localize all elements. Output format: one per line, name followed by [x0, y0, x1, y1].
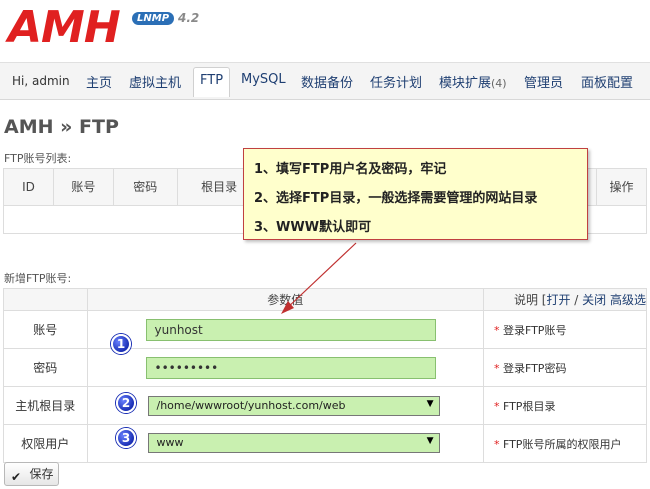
note-line-3: 3、WWW默认即可 — [254, 220, 372, 235]
form-row-account: 账号 yunhost * 登录FTP账号 — [3, 310, 648, 349]
add-ftp-label: 新增FTP账号: — [4, 272, 72, 285]
amh-logo: AMH — [8, 2, 121, 53]
form-row-password: 密码 ••••••••• * 登录FTP密码 — [3, 348, 648, 387]
root-dir-desc-text: FTP根目录 — [502, 399, 556, 413]
nav-task-schedule[interactable]: 任务计划 — [370, 72, 422, 91]
col-id: ID — [3, 168, 54, 206]
nav-data-backup[interactable]: 数据备份 — [301, 72, 353, 91]
nav-module-extension-label: 模块扩展 — [439, 76, 492, 91]
password-desc-text: 登录FTP密码 — [502, 361, 567, 375]
user-greeting: Hi, admin — [12, 74, 70, 88]
root-dir-label: 主机根目录 — [3, 386, 88, 425]
perm-user-desc: * FTP账号所属的权限用户 — [482, 424, 648, 463]
required-mark: * — [493, 361, 500, 375]
form-row-perm-user: 权限用户 www ▼ * FTP账号所属的权限用户 — [3, 424, 648, 463]
perm-user-select[interactable]: www ▼ — [147, 433, 440, 453]
perm-user-label: 权限用户 — [3, 424, 88, 463]
version-label: 4.2 — [178, 11, 200, 25]
account-input[interactable]: yunhost — [145, 319, 436, 341]
header-value: 参数值 — [86, 288, 484, 311]
module-count-badge: (4) — [491, 77, 507, 90]
required-mark: * — [493, 399, 500, 413]
account-label: 账号 — [3, 310, 88, 349]
required-mark: * — [493, 323, 500, 337]
dropdown-arrow-icon: ▼ — [426, 436, 434, 446]
password-field-cell: ••••••••• — [86, 348, 484, 387]
dropdown-arrow-icon: ▼ — [426, 399, 434, 409]
save-button[interactable]: ✔ 保存 — [4, 462, 59, 486]
perm-user-desc-text: FTP账号所属的权限用户 — [502, 437, 622, 451]
col-account: 账号 — [52, 168, 114, 206]
step-1-marker: 1 — [111, 334, 131, 354]
app-header: AMH LNMP 4.2 — [0, 0, 650, 62]
col-actions: 操作 — [596, 168, 647, 206]
header-blank — [3, 288, 88, 311]
password-label: 密码 — [3, 348, 88, 387]
nav-virtual-host[interactable]: 虚拟主机 — [129, 72, 181, 91]
header-sep: / — [570, 293, 583, 307]
root-dir-desc: * FTP根目录 — [482, 386, 648, 425]
header-desc-prefix: 说明 [ — [513, 293, 547, 307]
main-nav: Hi, admin 主页 虚拟主机 FTP MySQL 数据备份 任务计划 模块… — [0, 62, 650, 100]
col-password: 密码 — [112, 168, 178, 206]
note-line-2: 2、选择FTP目录，一般选择需要管理的网站目录 — [254, 191, 538, 206]
nav-panel-config[interactable]: 面板配置 — [581, 72, 633, 91]
nav-mysql[interactable]: MySQL — [241, 72, 286, 87]
nav-module-extension[interactable]: 模块扩展(4) — [439, 72, 507, 91]
required-mark: * — [493, 437, 500, 451]
perm-user-value: www — [156, 436, 184, 449]
nav-ftp[interactable]: FTP — [193, 67, 231, 97]
save-label: 保存 — [29, 467, 54, 481]
account-field-cell: yunhost — [86, 310, 484, 349]
add-ftp-form: 参数值 说明 [打开 / 关闭 高级选 账号 yunhost * 登录FTP账号… — [3, 288, 648, 463]
password-desc: * 登录FTP密码 — [482, 348, 648, 387]
page-title: AMH » FTP — [4, 116, 119, 138]
header-desc: 说明 [打开 / 关闭 高级选 — [482, 288, 648, 311]
open-link[interactable]: 打开 — [546, 293, 570, 307]
form-row-root-dir: 主机根目录 /home/wwwroot/yunhost.com/web ▼ * F… — [3, 386, 648, 425]
root-dir-field-cell: /home/wwwroot/yunhost.com/web ▼ — [86, 386, 484, 425]
step-3-marker: 3 — [116, 428, 136, 448]
form-header-row: 参数值 说明 [打开 / 关闭 高级选 — [3, 288, 648, 311]
account-desc-text: 登录FTP账号 — [502, 323, 567, 337]
step-2-marker: 2 — [116, 393, 136, 413]
check-icon: ✔ — [11, 470, 22, 484]
close-link[interactable]: 关闭 — [582, 293, 606, 307]
lnmp-badge: LNMP — [132, 12, 175, 25]
nav-admin[interactable]: 管理员 — [524, 72, 563, 91]
root-dir-value: /home/wwwroot/yunhost.com/web — [156, 399, 346, 412]
account-desc: * 登录FTP账号 — [482, 310, 648, 349]
perm-user-field-cell: www ▼ — [86, 424, 484, 463]
nav-home[interactable]: 主页 — [86, 72, 112, 91]
password-input[interactable]: ••••••••• — [145, 357, 436, 379]
annotation-note: 1、填写FTP用户名及密码，牢记 2、选择FTP目录，一般选择需要管理的网站目录… — [243, 148, 588, 240]
root-dir-select[interactable]: /home/wwwroot/yunhost.com/web ▼ — [147, 396, 440, 416]
ftp-list-label: FTP账号列表: — [4, 152, 72, 165]
note-line-1: 1、填写FTP用户名及密码，牢记 — [254, 162, 447, 177]
advanced-link[interactable]: 高级选 — [606, 293, 646, 307]
